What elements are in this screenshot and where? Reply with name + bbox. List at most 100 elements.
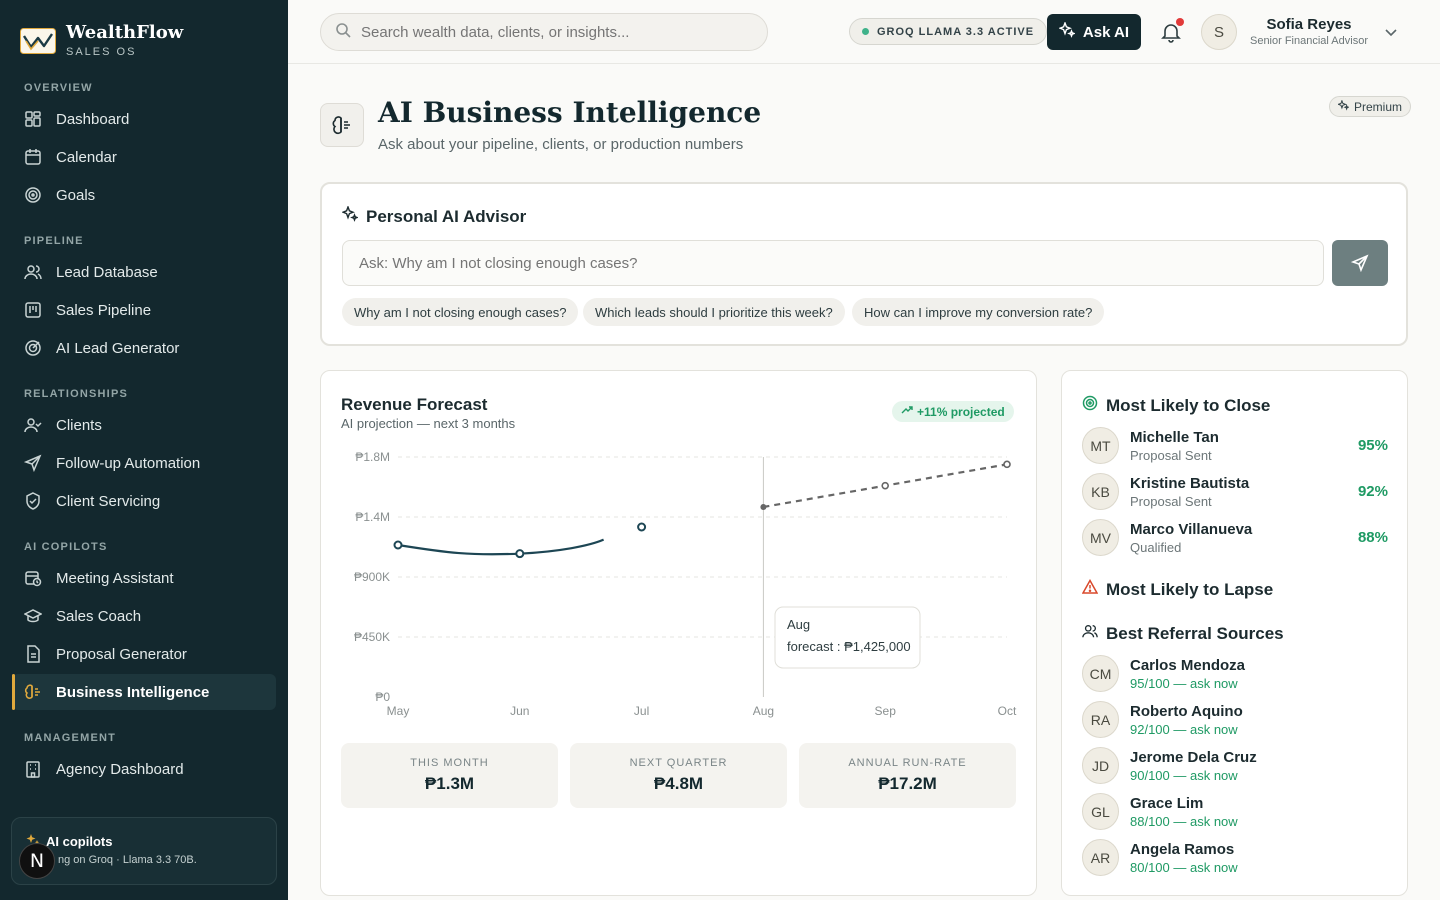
x-tick-label: Sep [875, 704, 897, 718]
nav-label: Business Intelligence [56, 683, 210, 701]
nav-item-client-servicing[interactable]: Client Servicing [12, 483, 276, 519]
search-bar[interactable] [320, 13, 768, 51]
copilot-sub: ng on Groq · Llama 3.3 70B. [58, 854, 197, 866]
avatar[interactable]: S [1201, 14, 1237, 50]
send-button[interactable] [1332, 240, 1388, 286]
data-point [393, 540, 403, 550]
user-name[interactable]: Sofia Reyes [1246, 16, 1372, 33]
nav-item-ai-lead-generator[interactable]: AI Lead Generator [12, 330, 276, 366]
list-item[interactable]: JD Jerome Dela Cruz 90/100 — ask now [1082, 747, 1388, 785]
revenue-forecast-chart[interactable]: ₱0 ₱450K ₱900K ₱1.4M ₱1.8M May Jun Jul Aug Sep Oct… [321, 441, 1036, 731]
brain-icon [332, 116, 350, 135]
nav-item-dashboard[interactable]: Dashboard [12, 101, 276, 137]
grid-icon [24, 110, 42, 128]
page-icon [320, 103, 364, 147]
nav-label: Meeting Assistant [56, 569, 174, 587]
nav-label: Sales Coach [56, 607, 142, 625]
tooltip-title: Aug [787, 617, 810, 632]
nav-label: Goals [56, 186, 96, 204]
nav-item-goals[interactable]: Goals [12, 177, 276, 213]
search-icon [335, 22, 351, 43]
nav-label: Agency Dashboard [56, 760, 184, 778]
data-point [515, 549, 525, 559]
avatar: MV [1082, 519, 1119, 556]
file-text-icon [24, 645, 42, 663]
nav-label: Sales Pipeline [56, 301, 152, 319]
suggestion-chip[interactable]: How can I improve my conversion rate? [852, 298, 1105, 326]
search-input[interactable] [361, 23, 741, 41]
nav-label: Clients [56, 416, 102, 434]
x-tick-label: May [387, 704, 410, 718]
topbar: GROQ LLAMA 3.3 ACTIVE Ask AI S Sofia Rey… [288, 0, 1440, 64]
forecast-title: Revenue Forecast [341, 395, 488, 414]
ai-advisor-card: Personal AI Advisor Why am I not closing… [320, 182, 1408, 346]
nav-item-meeting-assistant[interactable]: Meeting Assistant [12, 560, 276, 596]
list-item[interactable]: AR Angela Ramos 80/100 — ask now [1082, 839, 1388, 877]
advisor-title: Personal AI Advisor [341, 204, 526, 227]
send-icon [1351, 254, 1369, 272]
chevron-down-icon[interactable] [1383, 24, 1399, 40]
lapse-title: Most Likely to Lapse [1081, 578, 1273, 600]
brand[interactable]: WealthFlow SALES OS [20, 22, 183, 58]
alert-triangle-icon [1081, 578, 1099, 600]
data-point [760, 504, 767, 510]
nav-item-lead-database[interactable]: Lead Database [12, 254, 276, 290]
nav-item-proposal-generator[interactable]: Proposal Generator [12, 636, 276, 672]
list-item[interactable]: CM Carlos Mendoza 95/100 — ask now [1082, 655, 1388, 693]
nav-item-agency-dashboard[interactable]: Agency Dashboard [12, 751, 276, 787]
brand-sub: SALES OS [66, 46, 137, 58]
nav-label: Follow-up Automation [56, 454, 201, 472]
nav-label: Lead Database [56, 263, 158, 281]
calendar-clock-icon [24, 569, 42, 587]
radar-icon [24, 339, 42, 357]
avatar: KB [1082, 473, 1119, 510]
nav-label: Client Servicing [56, 492, 161, 510]
y-tick-label: ₱1.8M [355, 450, 390, 464]
page-title: AI Business Intelligence [378, 96, 762, 129]
list-item[interactable]: MV Marco Villanueva Qualified 88% [1082, 519, 1388, 557]
target-icon [1082, 395, 1098, 416]
series-line [397, 538, 605, 556]
premium-badge: Premium [1329, 96, 1412, 117]
x-tick-label: Jun [510, 704, 529, 718]
nav-section-pipeline: PIPELINE [24, 235, 84, 247]
tooltip-text: forecast : ₱1,425,000 [787, 639, 911, 654]
user-check-icon [24, 416, 42, 434]
y-tick-label: ₱450K [354, 630, 390, 644]
nav-item-sales-pipeline[interactable]: Sales Pipeline [12, 292, 276, 328]
graduation-cap-icon [24, 607, 42, 625]
kanban-icon [24, 301, 42, 319]
close-probability: 88% [1357, 529, 1388, 546]
data-point [637, 522, 647, 532]
list-item[interactable]: RA Roberto Aquino 92/100 — ask now [1082, 701, 1388, 739]
users-icon [1082, 623, 1098, 644]
data-point [881, 481, 890, 490]
list-item[interactable]: GL Grace Lim 88/100 — ask now [1082, 793, 1388, 831]
suggestion-chip[interactable]: Why am I not closing enough cases? [342, 298, 579, 326]
advisor-input[interactable] [342, 240, 1324, 286]
x-tick-label: Jul [634, 704, 649, 718]
nav-item-business-intelligence[interactable]: Business Intelligence [12, 674, 276, 710]
avatar: RA [1082, 701, 1119, 738]
users-icon [24, 263, 42, 281]
y-tick-label: ₱1.4M [355, 510, 390, 524]
close-title: Most Likely to Close [1082, 395, 1270, 416]
sparkles-icon [1336, 98, 1350, 114]
nav-item-follow-up-automation[interactable]: Follow-up Automation [12, 445, 276, 481]
n-badge[interactable]: N [19, 843, 55, 879]
ask-ai-button[interactable]: Ask AI [1047, 14, 1141, 50]
nav-item-clients[interactable]: Clients [12, 407, 276, 443]
x-tick-label: Aug [753, 704, 774, 718]
nav-label: Calendar [56, 148, 117, 166]
sparkles-icon [1057, 20, 1076, 42]
nav-item-calendar[interactable]: Calendar [12, 139, 276, 175]
list-item[interactable]: KB Kristine Bautista Proposal Sent 92% [1082, 473, 1388, 511]
nav-item-sales-coach[interactable]: Sales Coach [12, 598, 276, 634]
stat-this-month: THIS MONTH ₱1.3M [341, 743, 558, 808]
suggestion-chip[interactable]: Which leads should I prioritize this wee… [583, 298, 845, 326]
user-role: Senior Financial Advisor [1249, 35, 1368, 47]
y-tick-label: ₱900K [354, 570, 390, 584]
brain-icon [24, 683, 42, 701]
list-item[interactable]: MT Michelle Tan Proposal Sent 95% [1082, 427, 1388, 465]
nav-label: Dashboard [56, 110, 130, 128]
